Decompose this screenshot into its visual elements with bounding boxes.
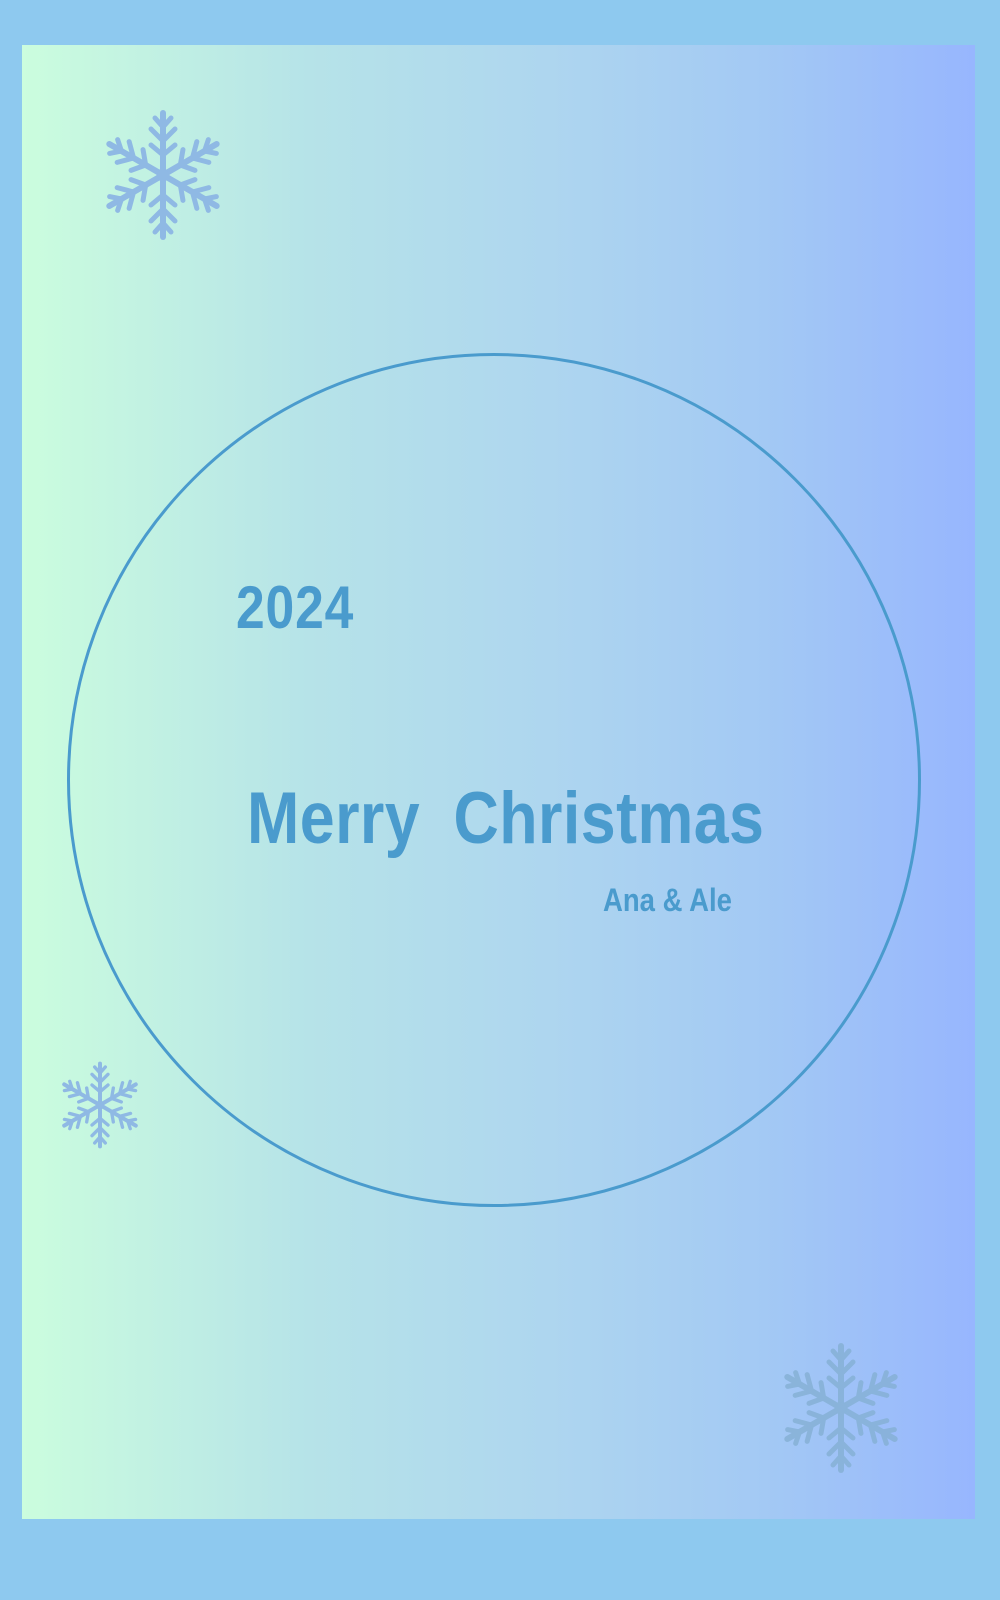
greeting-title: Merry Christmas: [247, 778, 765, 859]
snowflake-icon: [776, 1333, 906, 1483]
snowflake-icon: [56, 1055, 144, 1155]
greeting-card: 2024 Merry Christmas Ana & Ale: [22, 45, 975, 1519]
year-text: 2024: [236, 574, 355, 641]
signature-text: Ana & Ale: [603, 882, 732, 918]
snowflake-icon: [98, 100, 228, 250]
